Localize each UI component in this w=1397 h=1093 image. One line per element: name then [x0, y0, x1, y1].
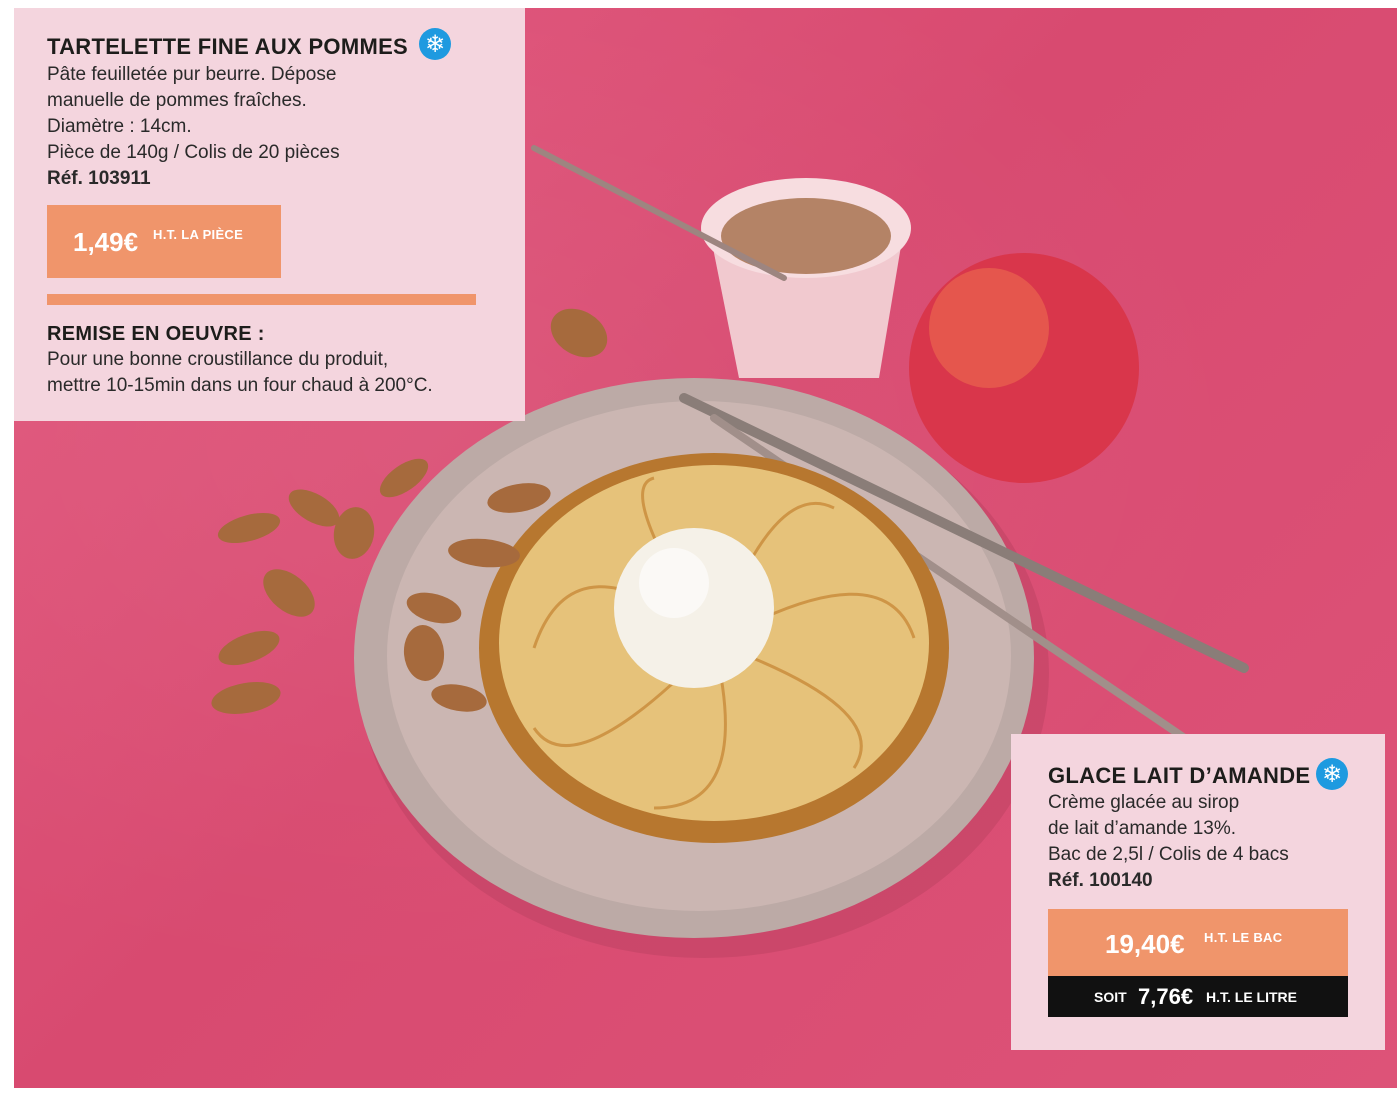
soit-label: SOIT: [1094, 989, 1127, 1005]
description-line: Pièce de 140g / Colis de 20 pièces: [47, 142, 340, 163]
divider-bar: [47, 294, 476, 305]
liter-price-value: 7,76€: [1138, 984, 1194, 1009]
snowflake-icon: ❄: [419, 28, 451, 60]
description-line: Bac de 2,5l / Colis de 4 bacs: [1048, 844, 1289, 865]
product-description: Pâte feuilletée pur beurre. Dépose manue…: [47, 62, 340, 192]
description-line: de lait d’amande 13%.: [1048, 818, 1237, 839]
description-line: manuelle de pommes fraîches.: [47, 90, 307, 111]
price-value: 19,40€: [1105, 929, 1185, 959]
snowflake-icon: ❄: [1316, 758, 1348, 790]
product-description: Crème glacée au sirop de lait d’amande 1…: [1048, 790, 1289, 894]
product-card-tartelette: TARTELETTE FINE AUX POMMES ❄ Pâte feuill…: [14, 8, 525, 421]
description-line: Crème glacée au sirop: [1048, 792, 1240, 813]
product-reference: Réf. 103911: [47, 168, 151, 189]
product-card-glace: GLACE LAIT D’AMANDE ❄ Crème glacée au si…: [1011, 734, 1385, 1050]
price-value: 1,49€: [73, 227, 139, 257]
product-title: TARTELETTE FINE AUX POMMES: [47, 34, 409, 59]
description-line: Pâte feuilletée pur beurre. Dépose: [47, 64, 337, 85]
price-box: 19,40€ H.T. LE BAC: [1048, 909, 1348, 976]
description-line: Diamètre : 14cm.: [47, 116, 192, 137]
preparation-line: mettre 10-15min dans un four chaud à 200…: [47, 375, 433, 396]
preparation-line: Pour une bonne croustillance du produit,: [47, 349, 389, 370]
price-box: 1,49€ H.T. LA PIÈCE: [47, 205, 281, 278]
preparation-text: Pour une bonne croustillance du produit,…: [47, 347, 433, 399]
preparation-title: REMISE EN OEUVRE :: [47, 323, 265, 345]
liter-price-bar: SOIT 7,76€ H.T. LE LITRE: [1048, 976, 1348, 1017]
price-unit: H.T. LE BAC: [1204, 930, 1283, 945]
price-unit: H.T. LA PIÈCE: [153, 227, 244, 242]
product-title: GLACE LAIT D’AMANDE: [1048, 763, 1311, 788]
liter-price-unit: H.T. LE LITRE: [1206, 989, 1297, 1005]
product-reference: Réf. 100140: [1048, 870, 1153, 891]
